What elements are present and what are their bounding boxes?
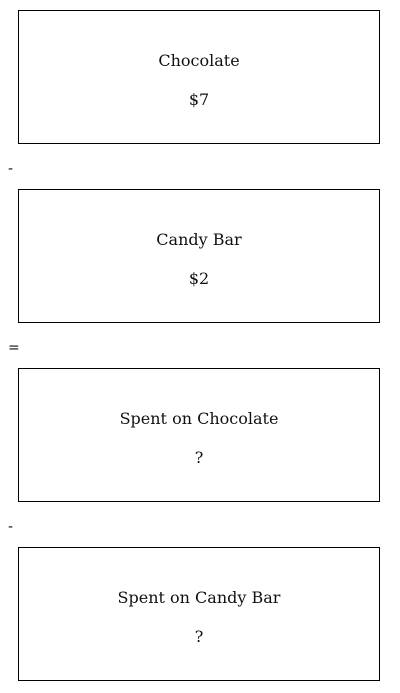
chocolate-label: Chocolate bbox=[158, 51, 240, 70]
candy-bar-label: Candy Bar bbox=[156, 230, 242, 249]
spent-on-chocolate-label: Spent on Chocolate bbox=[119, 409, 279, 428]
spent-on-chocolate-value: ? bbox=[194, 448, 204, 467]
spent-on-candy-bar-label: Spent on Candy Bar bbox=[117, 588, 281, 607]
spent-on-candy-bar-card: Spent on Candy Bar ? bbox=[18, 547, 380, 681]
minus-operator: - bbox=[8, 161, 14, 177]
chocolate-card: Chocolate $7 bbox=[18, 10, 380, 144]
minus-operator-2: - bbox=[8, 519, 14, 535]
spent-on-candy-bar-value: ? bbox=[194, 627, 204, 646]
candy-bar-card: Candy Bar $2 bbox=[18, 189, 380, 323]
candy-bar-price: $2 bbox=[188, 269, 210, 288]
chocolate-price: $7 bbox=[188, 90, 210, 109]
spent-on-chocolate-card: Spent on Chocolate ? bbox=[18, 368, 380, 502]
equals-operator: = bbox=[8, 340, 20, 356]
